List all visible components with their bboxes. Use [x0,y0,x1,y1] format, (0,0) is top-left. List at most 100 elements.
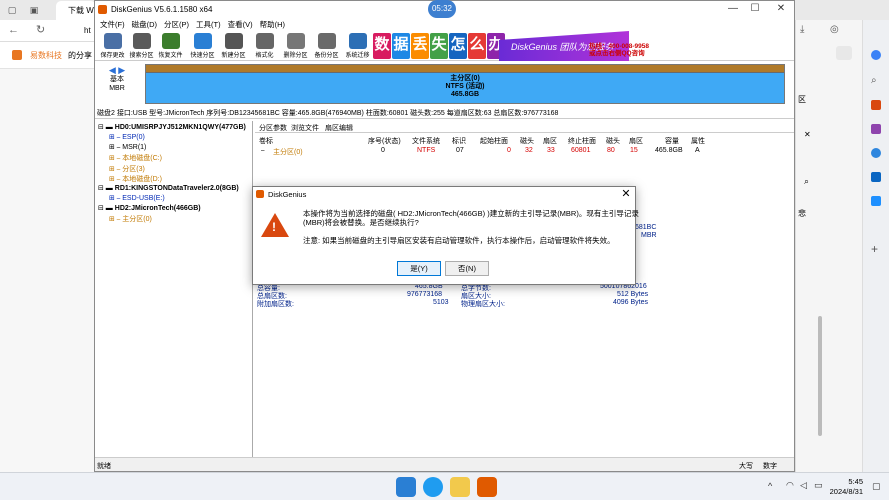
cell-end-cyl: 60801 [571,147,591,154]
col-index: 序号(状态) [368,138,401,145]
search-icon[interactable]: ⌕ [871,75,877,86]
tab-browse-files[interactable]: 浏览文件 [291,123,319,133]
col-head: 磁头 [520,138,534,145]
cell-start-cyl: 0 [507,147,511,154]
side-button[interactable] [836,46,852,60]
notification-icon[interactable]: ▢ [872,481,881,492]
format-icon [255,33,274,49]
maximize-button[interactable]: ☐ [745,3,765,14]
diskgenius-taskbar-icon[interactable] [477,477,497,497]
cell-head: 32 [525,147,533,154]
disk-info: 磁盘2 接口:USB 型号:JMicronTech 序列号:DB12345681… [95,106,794,119]
delete-partition-button[interactable]: 删除分区 [280,32,311,61]
system-migration-button[interactable]: 系统迁移 [342,32,373,61]
side-search-icon[interactable]: ⌕ [804,176,809,187]
explorer-icon[interactable] [450,477,470,497]
tree-disk-hd0[interactable]: ⊟ ▬ HD0:UMISRPJYJ512MKN1QWY(477GB) [98,123,246,131]
tools-icon[interactable] [871,148,881,158]
tree-part-msr[interactable]: ⊞ ⎯ MSR(1) [109,143,146,152]
battery-icon[interactable]: ▭ [814,480,823,491]
wifi-icon[interactable]: ◠ [786,480,794,491]
format-button[interactable]: 格式化 [249,32,280,61]
menu-help[interactable]: 帮助(H) [258,19,287,30]
tab-partition-params[interactable]: 分区参数 [259,123,287,133]
confirm-dialog: DiskGenius ✕ ! 本操作将为当前选择的磁盘( HD2:JMicron… [252,186,639,285]
fav-brand[interactable]: 易数科技 [30,50,62,61]
yes-button[interactable]: 是(Y) [397,261,441,276]
taskbar: ^ ◠ ◁ ▭ 5:45 2024/8/31 ▢ [0,472,889,500]
quick-partition-button[interactable]: 快速分区 [187,32,218,61]
fav-text[interactable]: 的分享 [68,50,92,61]
brand-logo-icon [12,50,22,60]
stat-sectors-value: 976773168 [407,291,443,298]
app-icon [98,5,107,14]
menu-file[interactable]: 文件(F) [98,19,127,30]
tree-part-c[interactable]: ⊞ ⎯ 本地磁盘(C:) [109,153,162,163]
menu-view[interactable]: 查看(V) [226,19,255,30]
outlook-icon[interactable] [871,172,881,182]
tree-disk-rd1[interactable]: ⊟ ▬ RD1:KINGSTONDataTraveler2.0(8GB) [98,184,239,192]
side-text-2: 悲 [798,209,806,218]
tab-actions-icon[interactable]: ▣ [28,4,40,16]
menu-disk[interactable]: 磁盘(D) [130,19,159,30]
menu-partition[interactable]: 分区(P) [162,19,191,30]
search-partition-button[interactable]: 搜索分区 [126,32,157,61]
tree-part-3[interactable]: ⊞ ⎯ 分区(3) [109,164,145,174]
banner-char: 么 [468,33,486,59]
stat-extra-value: 5103 [433,299,449,306]
menu-tools[interactable]: 工具(T) [194,19,223,30]
tray-chevron-icon[interactable]: ^ [768,481,772,491]
profile-icon[interactable]: ▢ [6,4,18,16]
tab-sector-edit[interactable]: 扇区编辑 [325,123,353,133]
cell-volume[interactable]: 主分区(0) [273,147,303,157]
copilot-icon[interactable] [871,50,881,60]
close-button[interactable]: ✕ [771,3,791,14]
status-bar: 就绪 大写 数字 [95,457,794,471]
add-icon[interactable]: + [871,242,878,256]
scrollbar[interactable] [818,316,822,436]
tree-disk-hd2[interactable]: ⊟ ▬ HD2:JMicronTech(466GB) [98,204,201,212]
backup-partition-button[interactable]: 备份分区 [311,32,342,61]
drop-icon[interactable] [871,196,881,206]
tree-part-d[interactable]: ⊞ ⎯ 本地磁盘(D:) [109,174,162,184]
tree-part-esp[interactable]: ⊞ ⎯ ESP(0) [109,133,145,142]
tree-part-main[interactable]: ⊞ ⎯ 主分区(0) [109,214,152,224]
disk-tree: ⊟ ▬ HD0:UMISRPJYJ512MKN1QWY(477GB) ⊞ ⎯ E… [95,121,253,457]
side-close-icon[interactable]: ✕ [804,130,811,139]
warning-mark: ! [272,220,276,234]
partition-bar[interactable]: 主分区(0) NTFS (活动) 465.8GB [145,64,785,104]
disk-bar: ◀ ▶ 基本 MBR 主分区(0) NTFS (活动) 465.8GB [95,62,794,105]
row-part-icon: ⎯ [261,147,265,154]
dialog-title: DiskGenius [268,190,307,199]
minimize-button[interactable]: — [723,3,743,14]
save-changes-button[interactable]: 保存更改 [97,32,128,61]
col-id: 标识 [452,138,466,145]
banner-char: 丢 [411,33,429,59]
browser-sidebar: ⌕ + ⚙ [862,20,889,483]
new-partition-button[interactable]: 新建分区 [218,32,249,61]
no-button[interactable]: 否(N) [445,261,489,276]
recover-files-button[interactable]: 恢复文件 [155,32,186,61]
volume-icon[interactable]: ◁ [800,480,807,491]
stat-partial-2: MBR [641,232,657,239]
browser-tab[interactable]: 下载 W [56,1,96,20]
edge-icon[interactable] [423,477,443,497]
magnifier-icon [132,33,151,49]
extension-icon[interactable]: ◎ [830,24,839,35]
start-icon[interactable] [396,477,416,497]
clock[interactable]: 5:45 2024/8/31 [830,477,863,497]
recover-icon [161,33,180,49]
col-end-cyl: 终止柱面 [568,138,596,145]
disk-nav-arrows-icon[interactable]: ◀ ▶ [99,66,135,75]
trash-icon [286,33,305,49]
url-field[interactable]: ht [84,26,91,35]
shopping-icon[interactable] [871,100,881,110]
refresh-icon[interactable]: ↻ [36,23,45,36]
tree-part-esd[interactable]: ⊞ ⎯ ESD-USB(E:) [109,194,165,203]
games-icon[interactable] [871,124,881,134]
monitor-icon [348,33,367,49]
download-icon[interactable]: ⤓ [800,24,804,35]
stat-sector-size-value: 512 Bytes [617,291,649,298]
back-icon[interactable]: ← [8,24,19,36]
dialog-close-button[interactable]: ✕ [619,187,633,200]
